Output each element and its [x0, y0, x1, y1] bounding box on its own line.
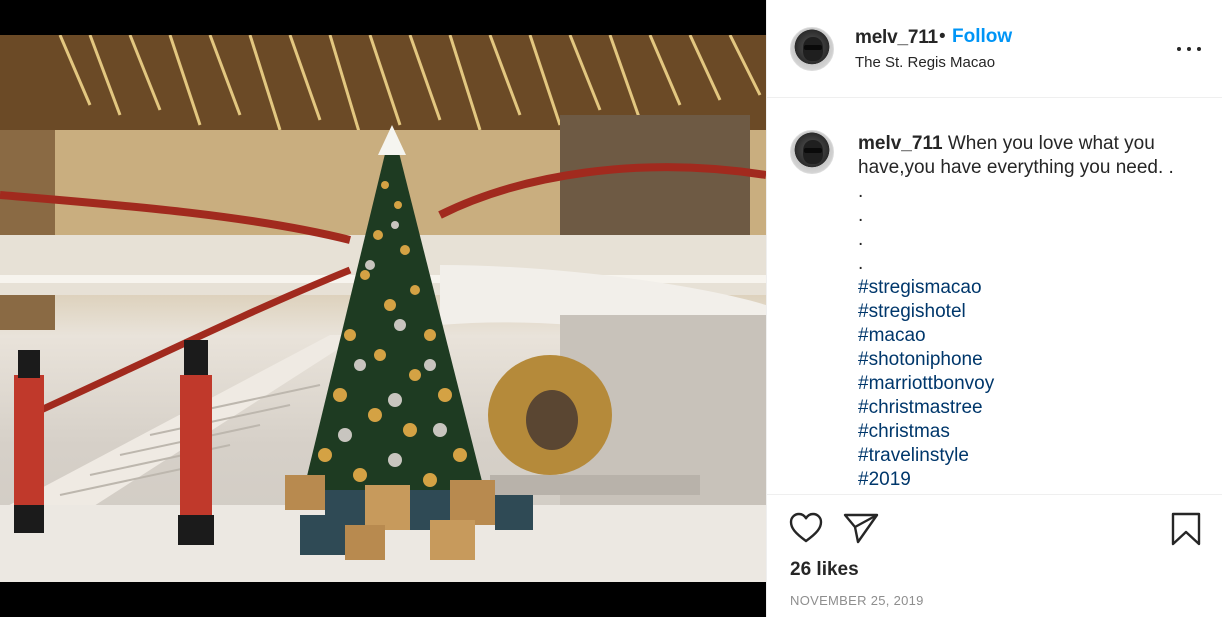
more-options-icon[interactable] [1177, 38, 1201, 58]
hashtag-link[interactable]: #macao [858, 324, 1198, 348]
post-side-panel: melv_711 • Follow The St. Regis Macao me… [766, 0, 1222, 617]
likes-count[interactable]: 26 likes [790, 559, 859, 581]
hashtag-link[interactable]: #2019 [858, 468, 1198, 492]
paper-plane-icon[interactable] [843, 512, 879, 544]
header-separator: • [939, 26, 946, 47]
caption-author-avatar[interactable] [790, 130, 834, 174]
post-actions: 26 likes NOVEMBER 25, 2019 [767, 494, 1222, 617]
heart-icon[interactable] [789, 512, 823, 544]
caption-dot-line: . [858, 253, 864, 274]
caption-dot-line: . [858, 205, 864, 226]
caption-dot-line: . [858, 181, 864, 202]
author-avatar[interactable] [790, 27, 834, 71]
post-photo[interactable] [0, 35, 766, 582]
comments-section: melv_711 When you love what you have,you… [767, 99, 1222, 493]
follow-button[interactable]: Follow [952, 26, 1012, 48]
author-username[interactable]: melv_711 [855, 27, 938, 49]
post-location[interactable]: The St. Regis Macao [855, 54, 995, 71]
hashtag-link[interactable]: #stregismacao [858, 276, 1198, 300]
lobby-christmas-tree-image [0, 35, 766, 582]
post-date: NOVEMBER 25, 2019 [790, 593, 924, 608]
post-media-container [0, 0, 766, 617]
post-header: melv_711 • Follow The St. Regis Macao [767, 0, 1222, 98]
hashtag-link[interactable]: #christmastree [858, 396, 1198, 420]
hashtag-link[interactable]: #marriottbonvoy [858, 372, 1198, 396]
hashtag-link[interactable]: #travelinstyle [858, 444, 1198, 468]
hashtag-link[interactable]: #stregishotel [858, 300, 1198, 324]
avatar-sunglasses [804, 148, 822, 153]
hashtag-link[interactable]: #shotoniphone [858, 348, 1198, 372]
avatar-sunglasses [804, 45, 822, 50]
caption-dot-line: . [858, 229, 864, 250]
post-caption: melv_711 When you love what you have,you… [858, 132, 1198, 492]
caption-username[interactable]: melv_711 [858, 133, 943, 154]
hashtag-link[interactable]: #christmas [858, 420, 1198, 444]
bookmark-icon[interactable] [1171, 512, 1201, 546]
